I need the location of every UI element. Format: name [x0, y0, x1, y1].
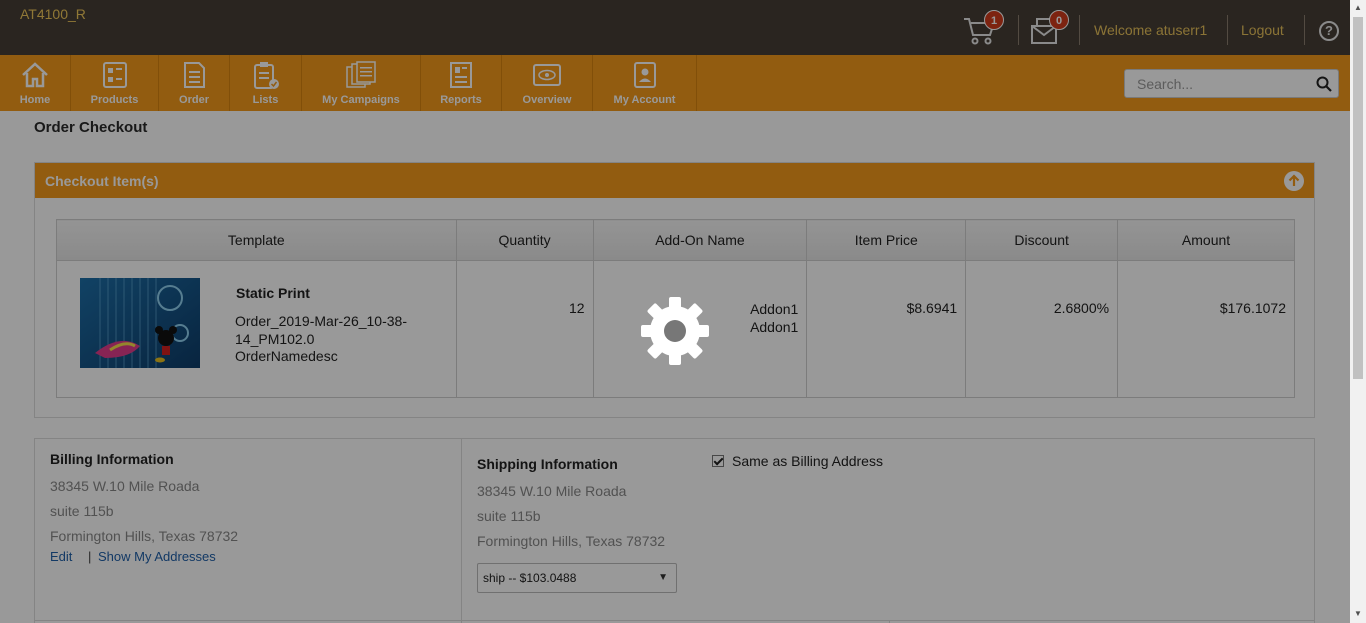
scroll-up-icon[interactable]: ▲	[1354, 3, 1362, 12]
vertical-scrollbar[interactable]: ▲ ▼	[1350, 0, 1366, 623]
loading-overlay	[0, 0, 1350, 623]
scrollbar-thumb[interactable]	[1353, 17, 1363, 379]
page: AT4100_R 1 0 Welcome atuserr1 Logout ? H…	[0, 0, 1350, 623]
loading-gear-icon	[641, 297, 709, 365]
scroll-down-icon[interactable]: ▼	[1354, 609, 1362, 618]
